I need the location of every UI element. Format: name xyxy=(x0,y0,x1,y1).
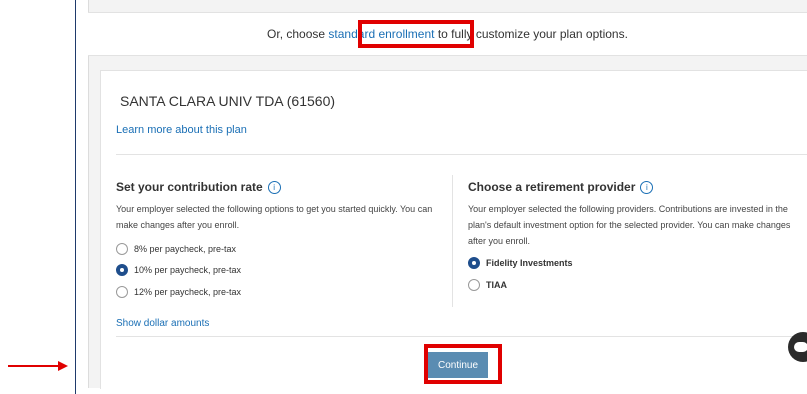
provider-title: Choose a retirement provider i xyxy=(468,180,654,194)
provider-option[interactable]: Fidelity Investments xyxy=(468,257,573,269)
divider xyxy=(116,154,807,155)
option-label: 10% per paycheck, pre-tax xyxy=(134,265,242,275)
contribution-description: Your employer selected the following opt… xyxy=(116,204,433,230)
radio-button-selected[interactable] xyxy=(116,264,128,276)
option-label: Fidelity Investments xyxy=(486,258,573,268)
option-label: 8% per paycheck, pre-tax xyxy=(134,244,237,254)
info-icon[interactable]: i xyxy=(267,181,281,194)
divider xyxy=(116,336,807,337)
banner-text: Or, choose standard enrollment to fully … xyxy=(88,27,807,41)
radio-button[interactable] xyxy=(468,279,480,291)
contribution-option[interactable]: 12% per paycheck, pre-tax xyxy=(116,286,241,298)
section-divider xyxy=(452,175,453,307)
option-label: 12% per paycheck, pre-tax xyxy=(134,287,242,297)
radio-button[interactable] xyxy=(116,243,128,255)
enrollment-banner: Or, choose standard enrollment to fully … xyxy=(88,12,807,56)
provider-description: Your employer selected the following pro… xyxy=(468,204,791,246)
provider-option[interactable]: TIAA xyxy=(468,279,507,291)
banner-prefix: Or, choose xyxy=(267,27,326,41)
learn-more-link[interactable]: Learn more about this plan xyxy=(116,124,247,136)
provider-title-text: Choose a retirement provider xyxy=(468,180,636,194)
page-frame-line xyxy=(75,0,76,394)
show-dollar-amounts-link[interactable]: Show dollar amounts xyxy=(116,318,209,329)
option-label: TIAA xyxy=(486,280,507,290)
contribution-title-text: Set your contribution rate xyxy=(116,180,263,194)
radio-button[interactable] xyxy=(116,286,128,298)
contribution-title: Set your contribution rate i xyxy=(116,180,281,194)
chat-bubble-icon xyxy=(794,342,807,352)
continue-button[interactable]: Continue xyxy=(428,352,488,378)
standard-enrollment-link[interactable]: standard enrollment xyxy=(328,27,434,41)
contribution-option[interactable]: 8% per paycheck, pre-tax xyxy=(116,243,236,255)
contribution-option[interactable]: 10% per paycheck, pre-tax xyxy=(116,264,241,276)
arrow-right-icon xyxy=(8,361,68,371)
plan-name: SANTA CLARA UNIV TDA (61560) xyxy=(120,93,336,109)
banner-suffix: to fully customize your plan options. xyxy=(437,27,628,41)
radio-button-selected[interactable] xyxy=(468,257,480,269)
info-icon[interactable]: i xyxy=(640,181,654,194)
